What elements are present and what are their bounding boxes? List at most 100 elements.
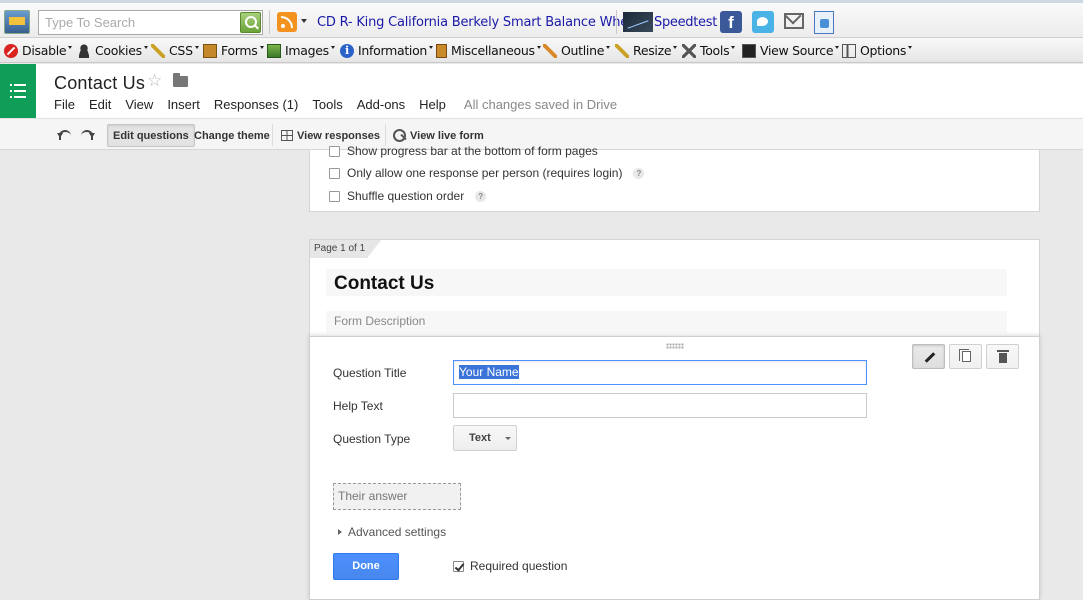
menu-edit[interactable]: Edit <box>89 97 111 112</box>
advanced-settings-toggle[interactable]: Advanced settings <box>338 525 446 539</box>
images-icon <box>267 43 281 58</box>
document-title[interactable]: Contact Us <box>54 73 145 94</box>
webdev-view-source[interactable]: View Source <box>742 38 840 63</box>
chevron-down-icon <box>536 46 541 49</box>
speedtest-icon[interactable] <box>623 12 653 32</box>
setting-one-response[interactable]: Only allow one response per person (requ… <box>329 166 645 180</box>
webdev-tools[interactable]: Tools <box>682 38 736 63</box>
chevron-down-icon <box>194 46 199 49</box>
shuffle-checkbox[interactable] <box>329 190 340 202</box>
webdev-miscellaneous[interactable]: Miscellaneous <box>436 38 541 63</box>
webdev-forms[interactable]: Forms <box>203 38 264 63</box>
menu-tools[interactable]: Tools <box>312 97 342 112</box>
question-title-input[interactable]: Your Name <box>453 360 867 385</box>
help-icon[interactable]: ? <box>475 190 487 202</box>
forms-icon <box>203 43 217 58</box>
table-icon <box>281 130 293 141</box>
search-icon[interactable] <box>240 12 261 33</box>
webdev-information[interactable]: i Information <box>340 38 434 63</box>
star-icon[interactable]: ☆ <box>147 71 162 91</box>
webdev-options[interactable]: Options <box>842 38 913 63</box>
toolbar-separator <box>616 10 617 34</box>
help-text-label: Help Text <box>333 399 383 413</box>
folder-icon[interactable] <box>173 73 188 87</box>
toolbar-search-box <box>38 10 263 35</box>
toolbar-logo-icon[interactable] <box>4 10 30 34</box>
chevron-down-icon <box>835 46 840 49</box>
chevron-right-icon <box>338 529 342 535</box>
webdev-outline[interactable]: Outline <box>543 38 611 63</box>
menu-responses[interactable]: Responses (1) <box>214 97 299 112</box>
form-description-placeholder: Form Description <box>334 314 426 328</box>
web-developer-toolbar: Disable Cookies CSS Forms Images i Inform… <box>0 38 1083 63</box>
tools-icon <box>682 43 696 58</box>
help-text-input[interactable] <box>453 393 867 418</box>
edit-question-button[interactable] <box>912 344 945 369</box>
one-response-checkbox[interactable] <box>329 167 340 179</box>
done-button[interactable]: Done <box>333 553 399 580</box>
chevron-down-icon <box>68 46 73 49</box>
redo-icon[interactable] <box>80 127 95 140</box>
answer-preview: Their answer <box>333 483 461 510</box>
save-status[interactable]: All changes saved in Drive <box>464 97 617 112</box>
setting-progress-bar[interactable]: Show progress bar at the bottom of form … <box>329 144 598 158</box>
edit-questions-button[interactable]: Edit questions <box>107 124 195 147</box>
question-type-select[interactable]: Text <box>453 425 517 451</box>
help-icon[interactable]: ? <box>633 167 645 179</box>
chevron-down-icon <box>429 46 434 49</box>
required-checkbox[interactable] <box>453 560 464 572</box>
drag-handle-icon[interactable] <box>666 343 684 349</box>
toolbar-separator <box>385 124 386 146</box>
undo-icon[interactable] <box>56 127 71 140</box>
required-question-toggle[interactable]: Required question <box>453 559 567 573</box>
form-editor-canvas: Show progress bar at the bottom of form … <box>0 144 1083 600</box>
delete-question-button[interactable] <box>986 344 1019 369</box>
menu-view[interactable]: View <box>125 97 153 112</box>
pencil-icon <box>924 352 936 363</box>
webdev-images[interactable]: Images <box>267 38 335 63</box>
chevron-down-icon <box>330 46 335 49</box>
progress-bar-checkbox[interactable] <box>329 145 340 157</box>
chevron-down-icon <box>908 46 913 49</box>
trash-icon <box>997 350 1009 363</box>
forms-menu-icon[interactable] <box>0 64 36 118</box>
menu-add-ons[interactable]: Add-ons <box>357 97 405 112</box>
toolbar-separator <box>272 124 273 146</box>
top-strip <box>0 0 1083 3</box>
menu-insert[interactable]: Insert <box>167 97 200 112</box>
chevron-down-icon[interactable] <box>301 19 307 23</box>
information-icon: i <box>340 43 354 58</box>
duplicate-icon <box>959 349 971 362</box>
chevron-down-icon <box>143 46 148 49</box>
menu-file[interactable]: File <box>54 97 75 112</box>
chevron-down-icon <box>673 46 678 49</box>
chevron-down-icon <box>731 46 736 49</box>
feed-link[interactable]: CD R- King California Berkely Smart Bala… <box>317 15 651 30</box>
rss-feed-icon[interactable] <box>277 12 297 32</box>
document-icon[interactable] <box>814 11 834 34</box>
webdev-cookies[interactable]: Cookies <box>77 38 148 63</box>
options-icon <box>842 43 856 58</box>
twitter-icon[interactable] <box>752 11 774 33</box>
webdev-resize[interactable]: Resize <box>615 38 678 63</box>
question-editor-card: Question Title Your Name Help Text Quest… <box>309 336 1040 600</box>
menu-bar: File Edit View Insert Responses (1) Tool… <box>54 97 631 112</box>
speedtest-link[interactable]: Speedtest <box>654 15 717 30</box>
chevron-down-icon <box>259 46 264 49</box>
live-form-icon <box>393 129 406 142</box>
chevron-down-icon <box>505 437 511 440</box>
webdev-css[interactable]: CSS <box>151 38 199 63</box>
mail-icon[interactable] <box>784 13 804 29</box>
toolbar-search-input[interactable] <box>39 11 239 34</box>
change-theme-button[interactable]: Change theme <box>189 124 275 147</box>
setting-shuffle[interactable]: Shuffle question order? <box>329 189 487 203</box>
form-title-field[interactable]: Contact Us <box>326 269 1007 296</box>
resize-icon <box>615 43 629 58</box>
duplicate-question-button[interactable] <box>949 344 982 369</box>
menu-help[interactable]: Help <box>419 97 446 112</box>
webdev-disable[interactable]: Disable <box>4 38 73 63</box>
form-description-field[interactable]: Form Description <box>326 311 1007 333</box>
view-source-icon <box>742 43 756 58</box>
chevron-down-icon <box>606 46 611 49</box>
facebook-icon[interactable]: f <box>720 11 742 33</box>
